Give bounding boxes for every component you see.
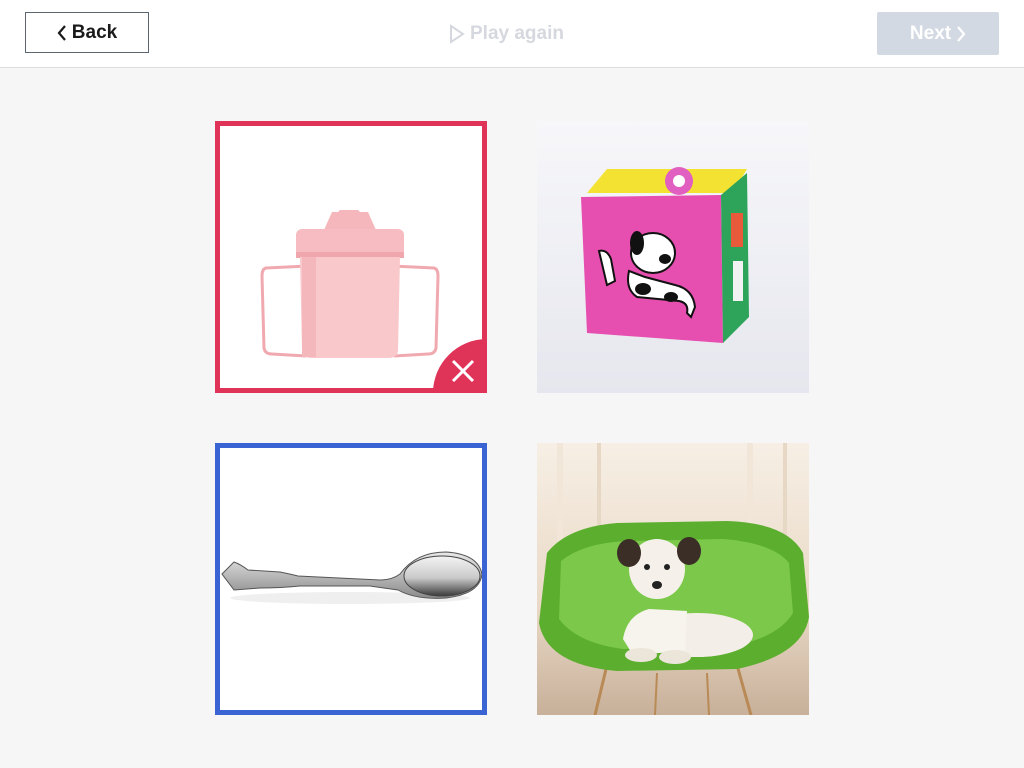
spoon-image — [220, 448, 482, 710]
choice-card-spoon[interactable] — [215, 443, 487, 715]
choice-card-toy-cube[interactable] — [537, 121, 809, 393]
choice-card-dog[interactable] — [537, 443, 809, 715]
back-label: Back — [71, 21, 118, 43]
choice-card-sippy-cup[interactable] — [215, 121, 487, 393]
next-label: Next — [909, 22, 952, 44]
play-icon — [450, 24, 465, 44]
toolbar: Back Play again Next — [0, 0, 1024, 68]
play-again-button[interactable]: Play again — [449, 22, 564, 46]
toy-cube-image — [537, 121, 809, 393]
next-button[interactable]: Next — [877, 12, 999, 55]
play-again-label: Play again — [470, 23, 564, 44]
back-button[interactable]: Back — [25, 12, 149, 53]
dog-on-chair-image — [537, 443, 809, 715]
close-icon — [433, 339, 482, 388]
chevron-left-icon — [57, 24, 66, 41]
chevron-right-icon — [957, 25, 966, 42]
